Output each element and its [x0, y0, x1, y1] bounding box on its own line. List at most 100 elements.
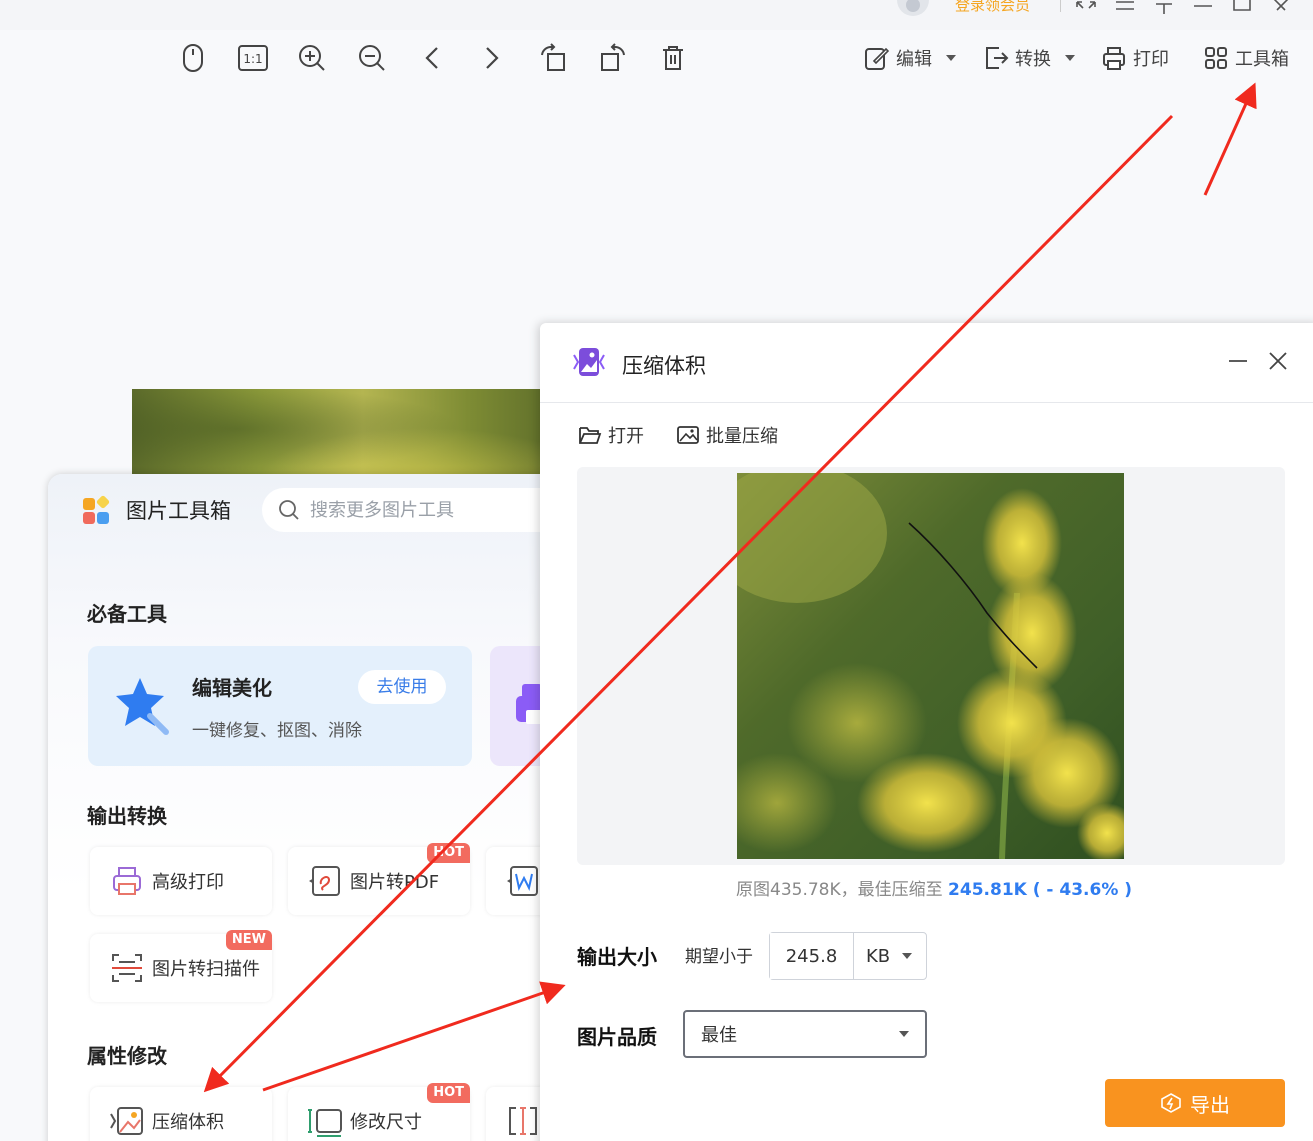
- tile-label: 图片转PDF: [350, 872, 440, 893]
- quality-select[interactable]: 最佳: [683, 1010, 927, 1058]
- printer-icon: [108, 862, 146, 900]
- search-box[interactable]: [262, 488, 568, 532]
- compressed-size-text: 245.81K ( - 43.6% ): [948, 880, 1133, 900]
- chevron-down-icon: [902, 953, 912, 959]
- crop-icon: [504, 1102, 542, 1140]
- toolbox-label: 工具箱: [1235, 49, 1289, 70]
- tile-label: 压缩体积: [152, 1112, 224, 1133]
- edit-icon: [865, 47, 890, 70]
- image-to-pdf-tile[interactable]: 图片转PDF HOT: [288, 843, 470, 915]
- chevron-down-icon: [899, 1031, 909, 1037]
- size-input[interactable]: [770, 933, 854, 979]
- previous-icon[interactable]: [414, 40, 450, 76]
- toolbox-title: 图片工具箱: [126, 499, 231, 523]
- compress-app-icon: [573, 348, 605, 376]
- rotate-left-icon[interactable]: [535, 40, 571, 76]
- section-output-title: 输出转换: [87, 804, 167, 828]
- print-button[interactable]: 打印: [1101, 44, 1169, 72]
- next-icon[interactable]: [474, 40, 510, 76]
- section-essential-title: 必备工具: [87, 602, 167, 626]
- compression-info: 原图435.78K，最佳压缩至 245.81K ( - 43.6% ): [736, 875, 1132, 900]
- dialog-title: 压缩体积: [622, 354, 706, 378]
- flower-preview-image: [737, 473, 1124, 859]
- export-button[interactable]: 导出: [1105, 1079, 1285, 1127]
- tile-label: 图片转扫描件: [152, 959, 260, 980]
- resize-tile[interactable]: 修改尺寸 HOT: [288, 1083, 470, 1141]
- close-icon[interactable]: [1266, 349, 1290, 373]
- search-input[interactable]: [310, 499, 550, 521]
- expect-less-than-label: 期望小于: [685, 947, 753, 967]
- advanced-print-tile[interactable]: 高级打印: [90, 847, 272, 915]
- chevron-down-icon: [946, 55, 956, 61]
- edit-label: 编辑: [896, 49, 932, 70]
- unit-label: KB: [866, 945, 891, 967]
- export-icon: [1161, 1093, 1181, 1113]
- output-size-label: 输出大小: [577, 945, 657, 969]
- actual-size-icon[interactable]: 1:1: [235, 40, 271, 76]
- magic-star-icon: [116, 678, 169, 735]
- menu-icon[interactable]: [1113, 0, 1137, 14]
- unit-select[interactable]: KB: [854, 933, 926, 979]
- toolbox-logo-icon: [83, 494, 111, 524]
- toolbox-button[interactable]: 工具箱: [1203, 44, 1289, 72]
- word-convert-icon: [504, 862, 542, 900]
- compress-size-tile[interactable]: 压缩体积: [90, 1087, 272, 1141]
- convert-icon: [986, 47, 1009, 69]
- compress-dialog: 压缩体积 打开 批量压缩 原图435.78K，最佳压缩至 245.81K (-…: [540, 323, 1313, 1141]
- pin-icon[interactable]: [1152, 0, 1176, 14]
- open-button[interactable]: 打开: [578, 420, 644, 450]
- image-icon: [677, 426, 699, 444]
- minimize-icon[interactable]: [1226, 349, 1250, 373]
- image-preview-area: [577, 467, 1285, 865]
- hot-badge: HOT: [427, 843, 470, 863]
- scan-icon: [108, 949, 146, 987]
- rotate-right-icon[interactable]: [595, 40, 631, 76]
- hot-badge: HOT: [427, 1083, 470, 1103]
- minimize-icon[interactable]: [1191, 0, 1215, 14]
- resize-icon: [306, 1102, 344, 1140]
- close-icon[interactable]: [1269, 0, 1293, 14]
- arrow-to-toolbox-button: [1203, 82, 1257, 196]
- original-size-text: 原图435.78K，最佳压缩至: [736, 880, 949, 900]
- batch-compress-button[interactable]: 批量压缩: [676, 420, 778, 450]
- convert-menu[interactable]: 转换: [983, 44, 1075, 72]
- edit-menu[interactable]: 编辑: [864, 44, 956, 72]
- folder-icon: [579, 427, 602, 444]
- open-label: 打开: [608, 426, 644, 447]
- grid-icon: [1205, 47, 1227, 69]
- edit-beautify-card[interactable]: 编辑美化 去使用 一键修复、抠图、消除: [88, 646, 472, 766]
- zoom-in-icon[interactable]: [294, 40, 330, 76]
- quality-label: 图片品质: [577, 1025, 657, 1049]
- use-now-button[interactable]: 去使用: [358, 670, 446, 704]
- convert-label: 转换: [1015, 49, 1051, 70]
- feature-name: 编辑美化: [192, 676, 272, 700]
- tile-label: 高级打印: [152, 872, 224, 893]
- mouse-icon[interactable]: [175, 40, 211, 76]
- target-size-field: KB: [769, 932, 927, 980]
- search-icon: [279, 500, 299, 520]
- section-attr-title: 属性修改: [87, 1044, 167, 1068]
- quality-value: 最佳: [701, 1025, 737, 1046]
- compress-image-icon: [108, 1102, 146, 1140]
- actual-size-label: 1:1: [243, 52, 262, 66]
- maximize-icon[interactable]: [1230, 0, 1254, 14]
- zoom-out-icon[interactable]: [354, 40, 390, 76]
- tile-label: 修改尺寸: [350, 1112, 422, 1133]
- export-label: 导出: [1190, 1092, 1230, 1117]
- feature-description: 一键修复、抠图、消除: [192, 721, 362, 741]
- pdf-convert-icon: [306, 862, 344, 900]
- delete-icon[interactable]: [655, 40, 691, 76]
- image-toolbox-panel: 图片工具箱 必备工具 编辑美化 去使用 一键修复、抠图、消除 输出转换 高级打印…: [48, 474, 568, 1141]
- avatar-icon[interactable]: [897, 0, 929, 16]
- title-bar: 登录领会员: [0, 0, 1313, 30]
- chevron-down-icon: [1065, 55, 1075, 61]
- dialog-header: 压缩体积: [540, 323, 1313, 403]
- print-label: 打印: [1133, 49, 1169, 70]
- printer-icon: [1103, 47, 1125, 70]
- title-divider: [1060, 0, 1061, 12]
- new-badge: NEW: [225, 930, 272, 950]
- batch-label: 批量压缩: [706, 426, 778, 447]
- fullscreen-icon[interactable]: [1074, 0, 1098, 14]
- image-to-scan-tile[interactable]: 图片转扫描件 NEW: [90, 930, 272, 1002]
- login-member-link[interactable]: 登录领会员: [955, 0, 1030, 15]
